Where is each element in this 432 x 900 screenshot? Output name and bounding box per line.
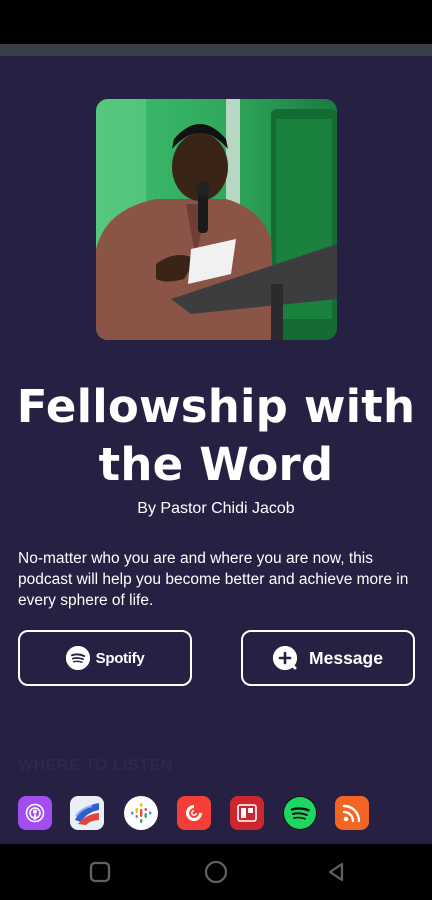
podcast-title: Fellowship with the Word	[16, 380, 416, 491]
spotify-button-label: Spotify	[95, 649, 145, 667]
circle-icon	[204, 860, 228, 884]
top-strip	[0, 44, 432, 56]
recent-apps-button[interactable]	[86, 858, 114, 886]
where-to-listen-heading: WHERE TO LISTEN	[18, 757, 173, 774]
spotify-button[interactable]: Spotify	[18, 630, 192, 686]
status-bar	[0, 0, 432, 44]
podcast-author: By Pastor Chidi Jacob	[137, 500, 295, 517]
message-plus-icon	[273, 646, 298, 670]
back-button[interactable]	[322, 858, 350, 886]
pastor-photo	[96, 99, 337, 340]
castbox-wave-icon[interactable]	[70, 796, 104, 830]
spotify-icon	[65, 646, 90, 670]
spotify-platform-icon[interactable]	[283, 796, 317, 830]
rss-feed-icon[interactable]	[335, 796, 369, 830]
message-button-label: Message	[309, 647, 383, 668]
radiopublic-icon[interactable]	[230, 796, 264, 830]
message-button[interactable]: Message	[241, 630, 415, 686]
home-button[interactable]	[202, 858, 230, 886]
podcast-description: No-matter who you are and where you are …	[18, 550, 409, 609]
apple-podcasts-icon[interactable]	[18, 796, 52, 830]
platform-links	[18, 796, 418, 832]
square-icon	[89, 861, 111, 883]
pocket-casts-icon[interactable]	[177, 796, 211, 830]
cover-image	[96, 99, 337, 340]
podcast-page: Fellowship with the Word By Pastor Chidi…	[0, 56, 432, 844]
android-nav-bar	[0, 844, 432, 900]
google-podcasts-icon[interactable]	[124, 796, 158, 830]
triangle-back-icon	[328, 862, 344, 882]
